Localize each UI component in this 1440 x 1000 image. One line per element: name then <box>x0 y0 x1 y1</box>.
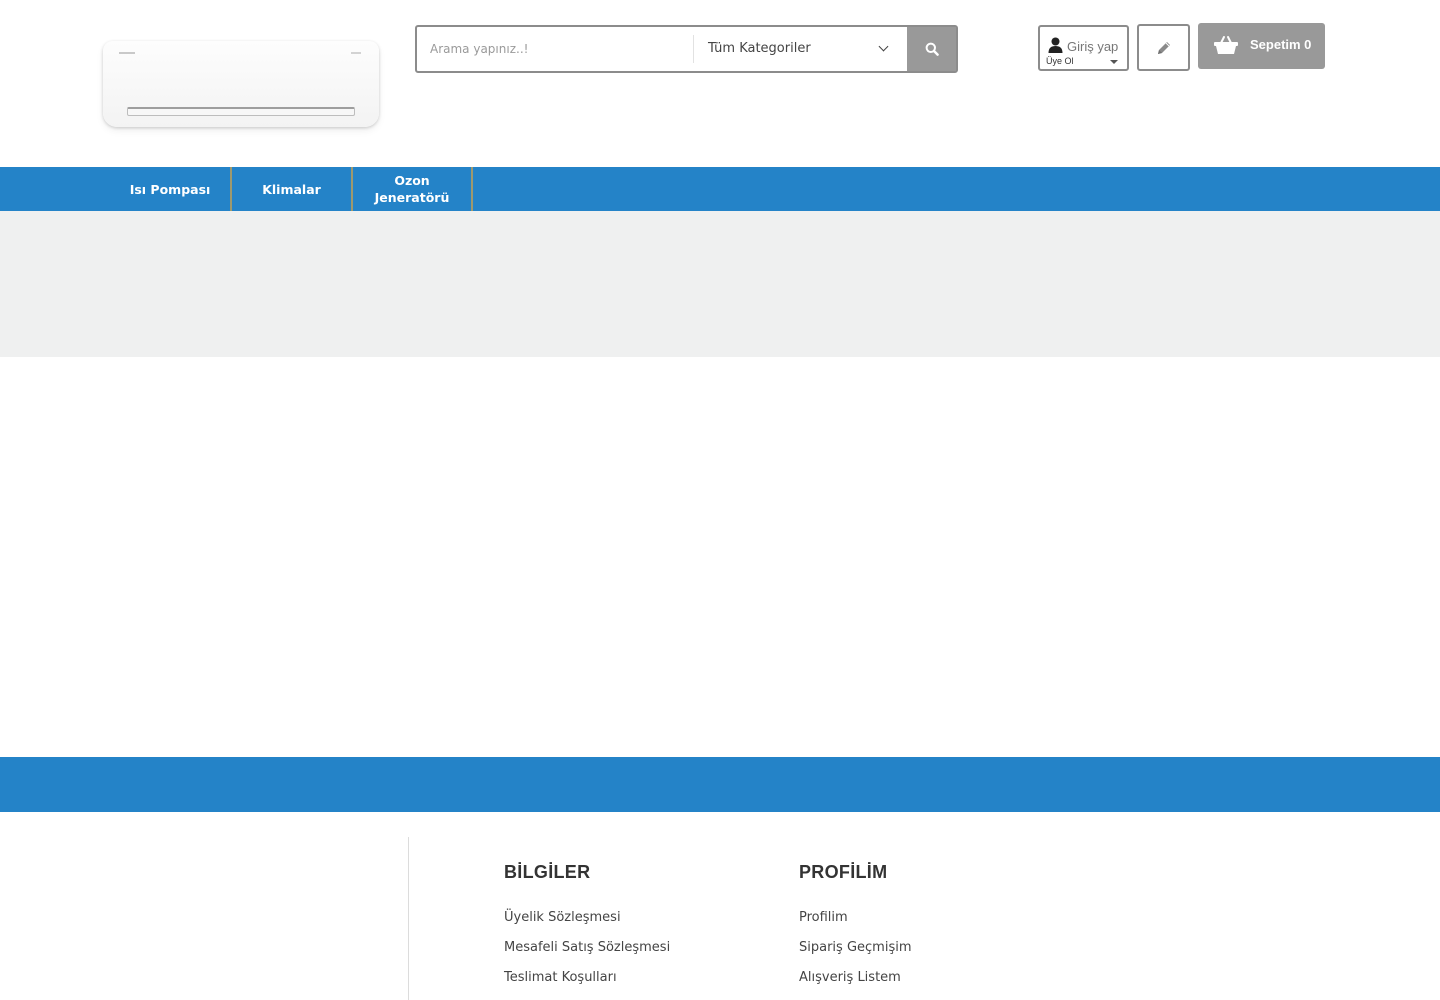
footer-column-title: PROFİLİM <box>799 862 888 882</box>
caret-down-icon[interactable] <box>1110 60 1118 64</box>
logo-model-mark <box>351 52 361 54</box>
footer-link-teslimat-kosullari[interactable]: Teslimat Koşulları <box>504 969 670 999</box>
air-conditioner-logo-icon <box>103 41 379 127</box>
site-header: Tüm Kategoriler Giriş yap Üye Ol <box>0 0 1440 167</box>
site-logo[interactable] <box>100 36 382 132</box>
footer-column-title: BİLGİLER <box>504 862 591 882</box>
main-navigation: Isı Pompası Klimalar Ozon Jeneratörü <box>0 167 1440 211</box>
nav-item-label: Klimalar <box>262 181 321 197</box>
chevron-down-icon <box>878 41 889 52</box>
footer-link-uyelik-sozlesmesi[interactable]: Üyelik Sözleşmesi <box>504 909 670 939</box>
search-input[interactable] <box>417 27 693 71</box>
cart-label: Sepetim 0 <box>1250 37 1312 52</box>
login-button[interactable]: Giriş yap Üye Ol <box>1038 25 1129 71</box>
search-bar: Tüm Kategoriler <box>415 25 958 73</box>
search-button[interactable] <box>907 27 956 71</box>
edit-button[interactable] <box>1137 24 1190 71</box>
nav-item-ozon-jeneratoru[interactable]: Ozon Jeneratörü <box>353 167 471 211</box>
logo-vent-shape <box>127 107 355 116</box>
basket-icon <box>1214 36 1238 54</box>
footer-link-profilim[interactable]: Profilim <box>799 909 912 939</box>
banner-area <box>0 211 1440 357</box>
pencil-icon <box>1157 41 1170 54</box>
footer-divider <box>408 837 409 1000</box>
logo-brand-mark <box>119 52 135 54</box>
nav-divider <box>471 167 473 211</box>
nav-item-label: Ozon Jeneratörü <box>374 173 450 205</box>
cart-button[interactable]: Sepetim 0 <box>1198 23 1325 69</box>
user-icon <box>1048 37 1063 53</box>
login-label: Giriş yap <box>1067 39 1119 54</box>
footer-link-mesafeli-satis[interactable]: Mesafeli Satış Sözleşmesi <box>504 939 670 969</box>
footer-column-profilim: PROFİLİM Profilim Sipariş Geçmişim Alışv… <box>799 862 912 999</box>
register-link[interactable]: Üye Ol <box>1046 56 1074 66</box>
footer-band <box>0 757 1440 812</box>
nav-item-klimalar[interactable]: Klimalar <box>232 167 351 211</box>
category-select-value: Tüm Kategoriler <box>708 41 811 56</box>
footer-column-bilgiler: BİLGİLER Üyelik Sözleşmesi Mesafeli Satı… <box>504 862 670 999</box>
footer-link-alisveris-listem[interactable]: Alışveriş Listem <box>799 969 912 999</box>
footer-link-siparis-gecmisim[interactable]: Sipariş Geçmişim <box>799 939 912 969</box>
site-footer: BİLGİLER Üyelik Sözleşmesi Mesafeli Satı… <box>0 812 1440 1000</box>
category-select[interactable]: Tüm Kategoriler <box>694 27 907 71</box>
nav-item-label: Isı Pompası <box>129 181 211 197</box>
search-icon <box>925 42 939 56</box>
nav-item-isi-pompasi[interactable]: Isı Pompası <box>110 167 230 211</box>
